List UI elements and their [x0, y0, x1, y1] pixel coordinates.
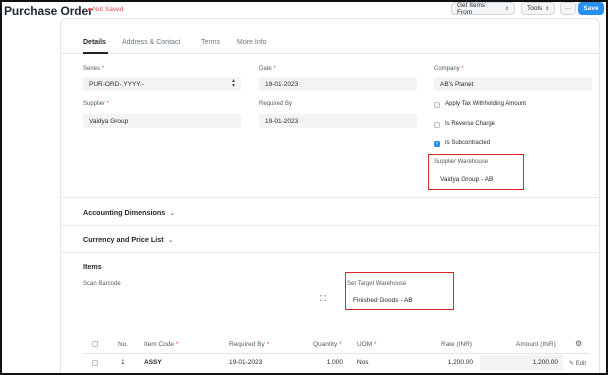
status-text: Not Saved	[93, 6, 124, 13]
accounting-dimensions-title: Accounting Dimensions	[83, 208, 166, 217]
date-label: Date *	[259, 66, 276, 72]
page-title: Purchase Order	[4, 4, 93, 18]
supplier-warehouse-label: Supplier Warehouse	[434, 159, 489, 165]
reverse-charge-checkbox[interactable]	[434, 122, 440, 128]
date-field[interactable]: 19-01-2023	[259, 77, 417, 91]
row-edit-label: Edit	[575, 361, 587, 367]
set-target-warehouse-field[interactable]: Finished Goods - AB	[347, 293, 449, 307]
status-dot-icon	[88, 7, 91, 11]
apply-tds-label: Apply Tax Withholding Amount	[445, 101, 526, 107]
reverse-charge-label: Is Reverse Charge	[445, 121, 496, 127]
currency-price-list-title: Currency and Price List	[83, 235, 164, 244]
tools-label: Tools	[527, 5, 543, 12]
row-quantity[interactable]: 1.000	[313, 359, 343, 366]
supplier-warehouse-field[interactable]: Vaidya Group - AB	[434, 172, 520, 186]
series-value: PUR-ORD-.YYYY.-	[89, 80, 144, 88]
col-amount: Amount (INR)	[516, 341, 556, 348]
row-edit-button[interactable]: ✎ Edit	[569, 360, 586, 367]
select-all-checkbox[interactable]	[92, 341, 98, 347]
more-icon: ···	[564, 5, 572, 12]
chevron-down-icon: ⌄	[167, 237, 174, 244]
row-checkbox[interactable]	[92, 360, 98, 366]
pencil-icon: ✎	[569, 361, 575, 367]
items-section-title: Items	[83, 262, 102, 271]
company-field[interactable]: AB's Planet	[434, 77, 592, 91]
checkmark-icon: ✓	[435, 141, 440, 147]
apply-tds-checkbox[interactable]	[434, 102, 440, 108]
row-required-by[interactable]: 19-01-2023	[229, 359, 262, 366]
subcontracted-checkbox[interactable]: ✓	[434, 141, 440, 147]
col-no: No.	[118, 341, 129, 348]
tab-details[interactable]: Details	[83, 39, 106, 46]
subcontracted-label: Is Subcontracted	[445, 140, 491, 146]
col-item-code: Item Code *	[144, 341, 179, 348]
chevron-updown-icon: ⇕	[545, 5, 550, 12]
currency-price-list-section[interactable]: Currency and Price List ⌄	[83, 235, 174, 244]
supplier-field[interactable]: Vaidya Group	[83, 114, 241, 128]
status-indicator: Not Saved	[88, 6, 123, 13]
supplier-label: Supplier *	[83, 101, 110, 107]
section-divider	[61, 225, 599, 226]
series-select[interactable]: PUR-ORD-.YYYY.- ▴ ▾	[83, 77, 241, 91]
series-label: Series *	[83, 66, 105, 72]
scan-expand-icon[interactable]: ⛶	[320, 294, 326, 304]
select-arrows-icon: ▴ ▾	[231, 78, 235, 89]
required-by-label: Required By	[259, 101, 293, 107]
chevron-down-icon: ⌄	[169, 210, 176, 217]
required-by-field[interactable]: 19-01-2023	[259, 114, 417, 128]
tab-more-info[interactable]: More Info	[237, 39, 267, 46]
tools-button[interactable]: Tools ⇕	[521, 2, 555, 15]
tab-divider	[61, 53, 599, 54]
tab-terms[interactable]: Terms	[201, 39, 220, 46]
accounting-dimensions-section[interactable]: Accounting Dimensions ⌄	[83, 208, 175, 217]
settings-gear-icon[interactable]: ⚙	[575, 339, 582, 348]
more-menu-button[interactable]: ···	[560, 2, 576, 15]
tab-address-contact[interactable]: Address & Contact	[122, 39, 180, 46]
row-amount: 1,200.00	[532, 359, 558, 366]
row-no: 1	[121, 359, 125, 366]
col-required-by: Required By *	[229, 341, 270, 348]
row-uom[interactable]: Nos	[357, 359, 369, 366]
company-label: Company *	[434, 66, 464, 72]
section-divider	[61, 197, 599, 198]
scan-barcode-label: Scan Barcode	[83, 281, 121, 287]
col-rate: Rate (INR)	[441, 341, 473, 348]
set-target-warehouse-label: Set Target Warehouse	[347, 281, 407, 287]
chevron-updown-icon: ⇕	[504, 5, 509, 12]
col-quantity: Quantity *	[313, 341, 342, 348]
row-item-code[interactable]: ASSY	[144, 359, 162, 366]
active-tab-indicator	[83, 52, 108, 54]
row-rate[interactable]: 1,200.00	[437, 359, 473, 366]
save-button[interactable]: Save	[578, 2, 604, 15]
section-divider	[61, 252, 599, 253]
get-items-from-button[interactable]: Get Items From ⇕	[451, 1, 515, 16]
col-uom: UOM *	[357, 341, 377, 348]
get-items-from-label: Get Items From	[457, 1, 486, 16]
